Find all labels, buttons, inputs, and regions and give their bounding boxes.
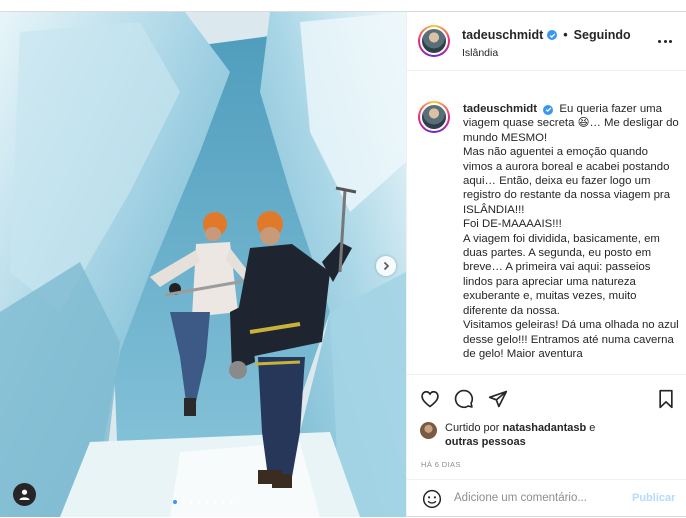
- action-bar: [407, 374, 686, 414]
- post-location[interactable]: Islândia: [462, 47, 498, 59]
- chevron-right-icon: [383, 261, 390, 271]
- post-header: tadeuschmidt • Seguindo Islândia: [407, 12, 686, 71]
- post-time-ago[interactable]: HÁ 6 DIAS: [421, 460, 461, 469]
- heart-icon[interactable]: [420, 389, 440, 409]
- caption-line: Visitamos geleiras! Dá uma olhada no azu…: [463, 319, 679, 360]
- carousel-dot: [205, 500, 209, 504]
- carousel-dot: [173, 500, 177, 504]
- publish-button[interactable]: Publicar: [632, 492, 675, 504]
- carousel-dot: [189, 500, 193, 504]
- bookmark-icon[interactable]: [657, 389, 675, 409]
- emoji-icon[interactable]: [422, 489, 442, 509]
- carousel-dot: [181, 500, 185, 504]
- author-line: tadeuschmidt • Seguindo: [462, 28, 631, 42]
- caption-username[interactable]: tadeuschmidt: [463, 103, 537, 115]
- post-sidebar: tadeuschmidt • Seguindo Islândia tadeusc…: [406, 12, 686, 517]
- caption-line: Mas não aguentei a emoção quando vimos a…: [463, 146, 671, 216]
- comment-input[interactable]: [454, 488, 624, 508]
- liker-avatar[interactable]: [420, 422, 437, 439]
- likes-others-link[interactable]: outras pessoas: [445, 436, 526, 448]
- likes-conj: e: [589, 422, 596, 434]
- caption-line: Foi DE-MAAAAIS!!!: [463, 218, 562, 231]
- glacier-scene: [0, 12, 406, 517]
- likes-prefix: Curtido por: [445, 422, 500, 434]
- verified-badge-icon: [547, 30, 558, 40]
- liker-username[interactable]: natashadantasb: [502, 422, 586, 434]
- author-avatar[interactable]: [418, 25, 450, 57]
- caption-text: tadeuschmidt Eu queria fazer uma viagem …: [463, 102, 679, 361]
- author-username[interactable]: tadeuschmidt: [462, 28, 543, 42]
- caption-line: A viagem foi dividida, basicamente, em d…: [463, 232, 660, 317]
- post-photo[interactable]: [0, 12, 406, 517]
- comment-icon[interactable]: [454, 389, 474, 409]
- follow-status-button[interactable]: Seguindo: [574, 28, 631, 42]
- caption-section: tadeuschmidt Eu queria fazer uma viagem …: [407, 88, 686, 374]
- separator-dot: •: [563, 28, 568, 42]
- share-icon[interactable]: [488, 389, 508, 409]
- verified-badge-icon: [543, 104, 554, 115]
- carousel-indicator: [0, 500, 406, 504]
- carousel-next-button[interactable]: [376, 256, 396, 276]
- carousel-dot: [213, 500, 217, 504]
- caption-avatar[interactable]: [418, 101, 450, 133]
- instagram-post: tadeuschmidt • Seguindo Islândia tadeusc…: [0, 11, 686, 517]
- more-options-icon[interactable]: [658, 40, 672, 43]
- comment-bar: Publicar: [407, 479, 686, 517]
- likes-text: Curtido por natashadantasb e outras pess…: [445, 421, 595, 449]
- likes-summary: Curtido por natashadantasb e outras pess…: [420, 421, 595, 449]
- carousel-dot: [221, 500, 225, 504]
- carousel-dot: [229, 500, 233, 504]
- carousel-dot: [197, 500, 201, 504]
